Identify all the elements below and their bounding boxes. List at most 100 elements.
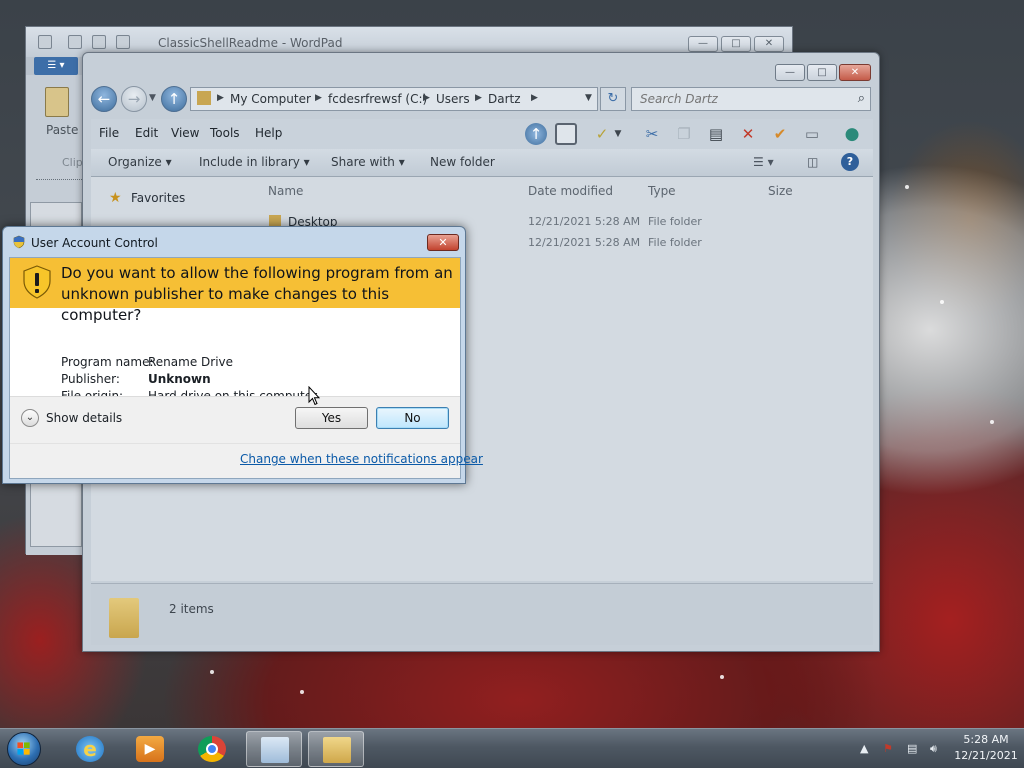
- nav-favorites[interactable]: Favorites: [131, 191, 185, 205]
- wordpad-minimize-button[interactable]: —: [688, 36, 718, 52]
- column-header-date-modified[interactable]: Date modified: [528, 184, 613, 198]
- uac-body: Do you want to allow the following progr…: [9, 257, 483, 479]
- paste-icon[interactable]: [45, 87, 69, 117]
- taskbar-windows-explorer[interactable]: [308, 731, 364, 767]
- explorer-maximize-button[interactable]: □: [807, 64, 837, 81]
- redo-icon[interactable]: [116, 35, 130, 49]
- paste-icon[interactable]: ▤: [705, 123, 727, 145]
- preview-pane-icon[interactable]: ◫: [807, 155, 818, 169]
- up-button[interactable]: ↑: [161, 86, 187, 112]
- wordpad-close-button[interactable]: ✕: [754, 36, 784, 52]
- back-button[interactable]: ←: [91, 86, 117, 112]
- file-type: File folder: [648, 215, 702, 228]
- breadcrumb-dartz[interactable]: Dartz: [488, 92, 521, 106]
- uac-title: User Account Control: [31, 236, 158, 250]
- no-button[interactable]: No: [376, 407, 449, 429]
- favorites-star-icon: ★: [109, 190, 122, 206]
- share-with-label: Share with: [331, 155, 395, 169]
- include-in-library-label: Include in library: [199, 155, 300, 169]
- clock-date: 12/21/2021: [954, 749, 1018, 762]
- refresh-button[interactable]: ↻: [600, 87, 626, 111]
- menu-view[interactable]: View: [171, 126, 199, 140]
- volume-icon[interactable]: 🔊︎: [930, 742, 937, 756]
- share-with-button[interactable]: Share with ▾: [331, 155, 405, 169]
- wordpad-maximize-button[interactable]: □: [721, 36, 751, 52]
- publisher-label: Publisher:: [61, 372, 120, 386]
- wordpad-icon: [38, 35, 52, 49]
- change-notifications-link[interactable]: Change when these notifications appear: [240, 452, 483, 466]
- cut-icon[interactable]: ✂: [641, 123, 663, 145]
- mouse-cursor-icon: [308, 386, 320, 406]
- publisher-value: Unknown: [148, 372, 211, 386]
- search-input[interactable]: [638, 89, 848, 109]
- delete-icon[interactable]: ✕: [737, 123, 759, 145]
- menu-file[interactable]: File: [99, 126, 119, 140]
- show-details-toggle[interactable]: Show details: [46, 411, 122, 425]
- explorer-minimize-button[interactable]: —: [775, 64, 805, 81]
- clipboard-group-label: Clip: [62, 156, 83, 169]
- breadcrumb-separator-icon[interactable]: ▶: [217, 93, 224, 103]
- network-icon[interactable]: ▤: [907, 742, 917, 755]
- column-header-type[interactable]: Type: [648, 184, 676, 198]
- folders-pane-icon[interactable]: [555, 123, 577, 145]
- uac-close-button[interactable]: ✕: [427, 234, 459, 251]
- search-box[interactable]: ⌕: [631, 87, 871, 111]
- copy-icon[interactable]: ❐: [673, 123, 695, 145]
- folder-icon: [109, 598, 139, 638]
- breadcrumb-separator-icon[interactable]: ▶: [315, 93, 322, 103]
- undo-icon[interactable]: [92, 35, 106, 49]
- column-header-size[interactable]: Size: [768, 184, 793, 198]
- breadcrumb-my-computer[interactable]: My Computer: [230, 92, 311, 106]
- breadcrumb-separator-icon[interactable]: ▶: [423, 93, 430, 103]
- explorer-close-button[interactable]: ✕: [839, 64, 871, 81]
- action-center-flag-icon[interactable]: ⚑: [883, 742, 893, 755]
- move-to-chevron-icon[interactable]: ▼: [607, 123, 629, 145]
- file-type: File folder: [648, 236, 702, 249]
- breadcrumb-separator-icon[interactable]: ▶: [475, 93, 482, 103]
- recent-pages-chevron-icon[interactable]: ▼: [149, 93, 156, 103]
- uac-dialog[interactable]: User Account Control ✕ Do you want to al…: [2, 226, 483, 484]
- up-folder-icon[interactable]: ↑: [525, 123, 547, 145]
- snowflake: [300, 690, 304, 694]
- address-bar[interactable]: ▶ My Computer ▶ fcdesrfrewsf (C:) ▶ User…: [190, 87, 598, 111]
- show-hidden-icons-chevron-icon[interactable]: ▲: [860, 742, 868, 755]
- snowflake: [990, 420, 994, 424]
- wordpad-title: ClassicShellReadme - WordPad: [158, 36, 343, 50]
- show-details-chevron-icon[interactable]: ⌄: [21, 409, 39, 427]
- breadcrumb-drive[interactable]: fcdesrfrewsf (C:): [328, 92, 427, 106]
- uac-titlebar[interactable]: User Account Control ✕: [3, 227, 465, 257]
- start-button[interactable]: [7, 732, 41, 766]
- include-in-library-button[interactable]: Include in library ▾: [199, 155, 310, 169]
- media-player-icon: ▶: [136, 736, 164, 762]
- address-dropdown-chevron-icon[interactable]: ▼: [585, 93, 592, 103]
- column-header-name[interactable]: Name: [268, 184, 303, 198]
- file-date: 12/21/2021 5:28 AM: [528, 236, 641, 249]
- breadcrumb-separator-icon[interactable]: ▶: [531, 93, 538, 103]
- taskbar-internet-explorer[interactable]: e: [62, 731, 118, 767]
- menu-tools[interactable]: Tools: [210, 126, 240, 140]
- help-icon[interactable]: ?: [841, 153, 859, 171]
- taskbar-chrome[interactable]: [184, 731, 240, 767]
- wordpad-icon: [261, 737, 289, 763]
- paste-label[interactable]: Paste: [46, 123, 78, 137]
- globe-icon[interactable]: ●: [841, 123, 863, 145]
- menu-help[interactable]: Help: [255, 126, 282, 140]
- menu-edit[interactable]: Edit: [135, 126, 158, 140]
- search-icon[interactable]: ⌕: [858, 91, 865, 106]
- taskbar-media-player[interactable]: ▶: [122, 731, 178, 767]
- save-icon[interactable]: [68, 35, 82, 49]
- taskbar-wordpad[interactable]: [246, 731, 302, 767]
- rename-icon[interactable]: ▭: [801, 123, 823, 145]
- wordpad-menu-button[interactable]: ☰ ▾: [34, 57, 78, 75]
- new-folder-button[interactable]: New folder: [430, 155, 495, 169]
- forward-button[interactable]: →: [121, 86, 147, 112]
- view-options-icon[interactable]: ☰ ▾: [753, 155, 774, 169]
- system-clock[interactable]: 5:28 AM 12/21/2021: [950, 732, 1022, 764]
- yes-button[interactable]: Yes: [295, 407, 368, 429]
- breadcrumb-users[interactable]: Users: [436, 92, 470, 106]
- file-date: 12/21/2021 5:28 AM: [528, 215, 641, 228]
- windows-logo-icon: [17, 742, 30, 755]
- clock-time: 5:28 AM: [963, 733, 1009, 746]
- organize-button[interactable]: Organize ▾: [108, 155, 172, 169]
- properties-check-icon[interactable]: ✔: [769, 123, 791, 145]
